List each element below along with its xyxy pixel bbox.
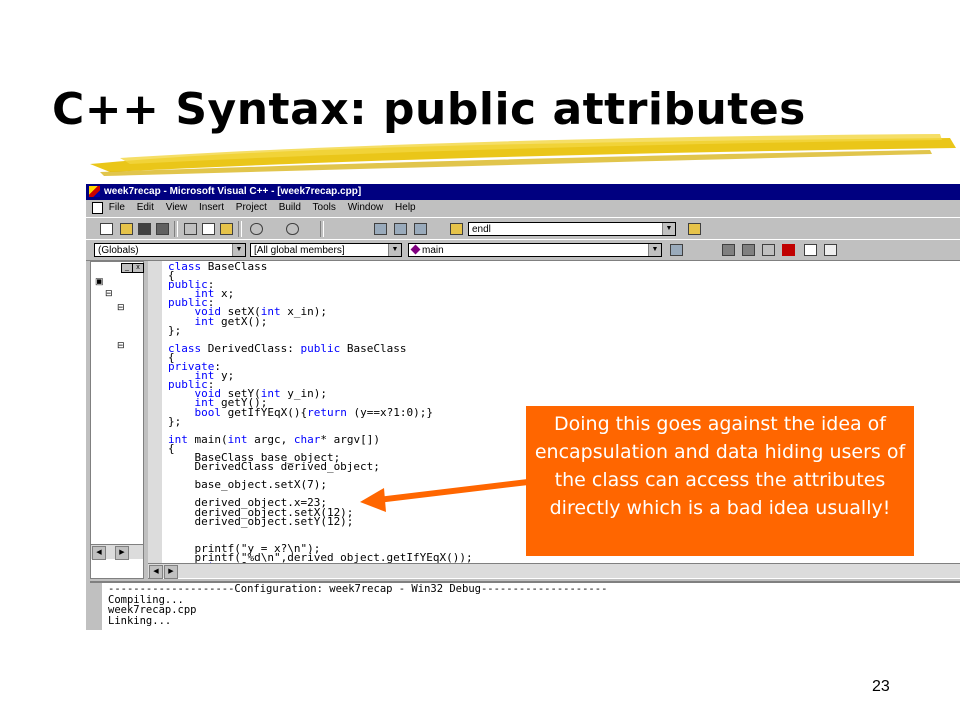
callout-box: Doing this goes against the idea of enca… (526, 406, 914, 556)
workspace-pane[interactable]: _ x ▣ ⊟ ⊟ ⊟ ◀ ▶ (90, 261, 144, 579)
title-underline (90, 134, 956, 176)
scope-combo[interactable]: (Globals) ▼ (94, 243, 246, 257)
go-icon[interactable] (802, 242, 818, 257)
menu-edit[interactable]: Edit (137, 202, 154, 213)
tree-expand-icon[interactable]: ⊟ (117, 302, 125, 313)
output-line: Linking... (108, 614, 172, 627)
output-pane-grip[interactable] (90, 583, 102, 630)
breakpoint-hand-icon[interactable] (822, 242, 838, 257)
find-combo[interactable]: endl ▼ (468, 222, 676, 236)
document-icon (92, 202, 103, 214)
function-combo-value: main (422, 245, 444, 256)
window-title: week7recap - Microsoft Visual C++ - [wee… (104, 186, 362, 197)
code-line[interactable]: class DerivedClass: public BaseClass (168, 342, 406, 355)
open-folder-icon[interactable] (118, 221, 134, 236)
window-titlebar: week7recap - Microsoft Visual C++ - [wee… (86, 184, 960, 200)
function-icon (410, 244, 421, 255)
redo-icon[interactable] (284, 221, 300, 236)
workspace-hscroll[interactable]: ◀ ▶ (91, 544, 143, 560)
visual-cpp-icon (89, 186, 100, 197)
code-line[interactable]: DerivedClass derived_object; (168, 460, 379, 473)
standard-toolbar: endl ▼ (86, 217, 960, 240)
find-icon[interactable] (686, 221, 702, 236)
code-line[interactable]: derived_object.setY(12); (168, 515, 353, 528)
code-line[interactable]: }; (168, 415, 181, 428)
chevron-down-icon[interactable]: ▼ (388, 244, 401, 256)
scroll-left-icon[interactable]: ◀ (92, 546, 106, 560)
chevron-down-icon[interactable]: ▼ (232, 244, 245, 256)
save-all-icon[interactable] (154, 221, 170, 236)
wizard-bar: (Globals) ▼ [All global members] ▼ main … (86, 239, 960, 261)
code-line[interactable]: bool getIfYEqX(){return (y==x?1:0);} (168, 406, 433, 419)
compile-icon[interactable] (720, 242, 736, 257)
toolbar-separator (320, 221, 324, 237)
code-line[interactable]: int main(int argc, char* argv[]) (168, 433, 380, 446)
code-line[interactable]: base_object.setX(7); (168, 478, 326, 491)
toolbar-separator (174, 221, 178, 237)
menu-insert[interactable]: Insert (199, 202, 224, 213)
stop-build-icon[interactable] (760, 242, 776, 257)
members-combo-value: [All global members] (254, 245, 345, 256)
code-line[interactable]: }; (168, 324, 181, 337)
find-combo-value: endl (472, 224, 491, 235)
find-in-files-icon[interactable] (448, 221, 464, 236)
menu-build[interactable]: Build (279, 202, 301, 213)
paste-icon[interactable] (218, 221, 234, 236)
menu-tools[interactable]: Tools (313, 202, 336, 213)
chevron-down-icon[interactable]: ▼ (662, 223, 675, 235)
chevron-down-icon[interactable]: ▼ (648, 244, 661, 256)
scroll-right-icon[interactable]: ▶ (115, 546, 129, 560)
close-icon[interactable]: x (132, 263, 144, 273)
members-combo[interactable]: [All global members] ▼ (250, 243, 402, 257)
class-view-icon[interactable]: ▣ (95, 276, 104, 287)
code-line[interactable]: class BaseClass (168, 260, 267, 273)
output-window-icon[interactable] (392, 221, 408, 236)
window-list-icon[interactable] (412, 221, 428, 236)
menu-file[interactable]: File (109, 202, 125, 213)
menu-help[interactable]: Help (395, 202, 416, 213)
editor-vscroll[interactable] (148, 261, 162, 563)
scope-combo-value: (Globals) (98, 245, 139, 256)
editor-hscroll[interactable]: ◀ ▶ (148, 563, 960, 579)
scroll-right-icon[interactable]: ▶ (164, 565, 178, 579)
save-icon[interactable] (136, 221, 152, 236)
tree-expand-icon[interactable]: ⊟ (117, 340, 125, 351)
workspace-icon[interactable] (372, 221, 388, 236)
cut-icon[interactable] (182, 221, 198, 236)
new-file-icon[interactable] (98, 221, 114, 236)
build-icon[interactable] (740, 242, 756, 257)
menu-window[interactable]: Window (348, 202, 384, 213)
build-output: --------------------Configuration: week7… (108, 584, 607, 626)
menu-bar: File Edit View Insert Project Build Tool… (86, 200, 960, 216)
menu-project[interactable]: Project (236, 202, 267, 213)
menu-view[interactable]: View (166, 202, 188, 213)
wizard-action-icon[interactable] (668, 242, 684, 257)
toolbar-separator (238, 221, 242, 237)
function-combo[interactable]: main ▼ (408, 243, 662, 257)
output-pane[interactable]: --------------------Configuration: week7… (90, 581, 960, 630)
copy-icon[interactable] (200, 221, 216, 236)
undo-icon[interactable] (248, 221, 264, 236)
scroll-left-icon[interactable]: ◀ (149, 565, 163, 579)
code-line[interactable]: int getX(); (168, 315, 268, 328)
slide-number: 23 (872, 678, 890, 695)
execute-icon[interactable] (780, 242, 796, 257)
source-code[interactable]: class BaseClass { public: int x; public:… (168, 260, 473, 572)
tree-expand-icon[interactable]: ⊟ (105, 288, 113, 299)
